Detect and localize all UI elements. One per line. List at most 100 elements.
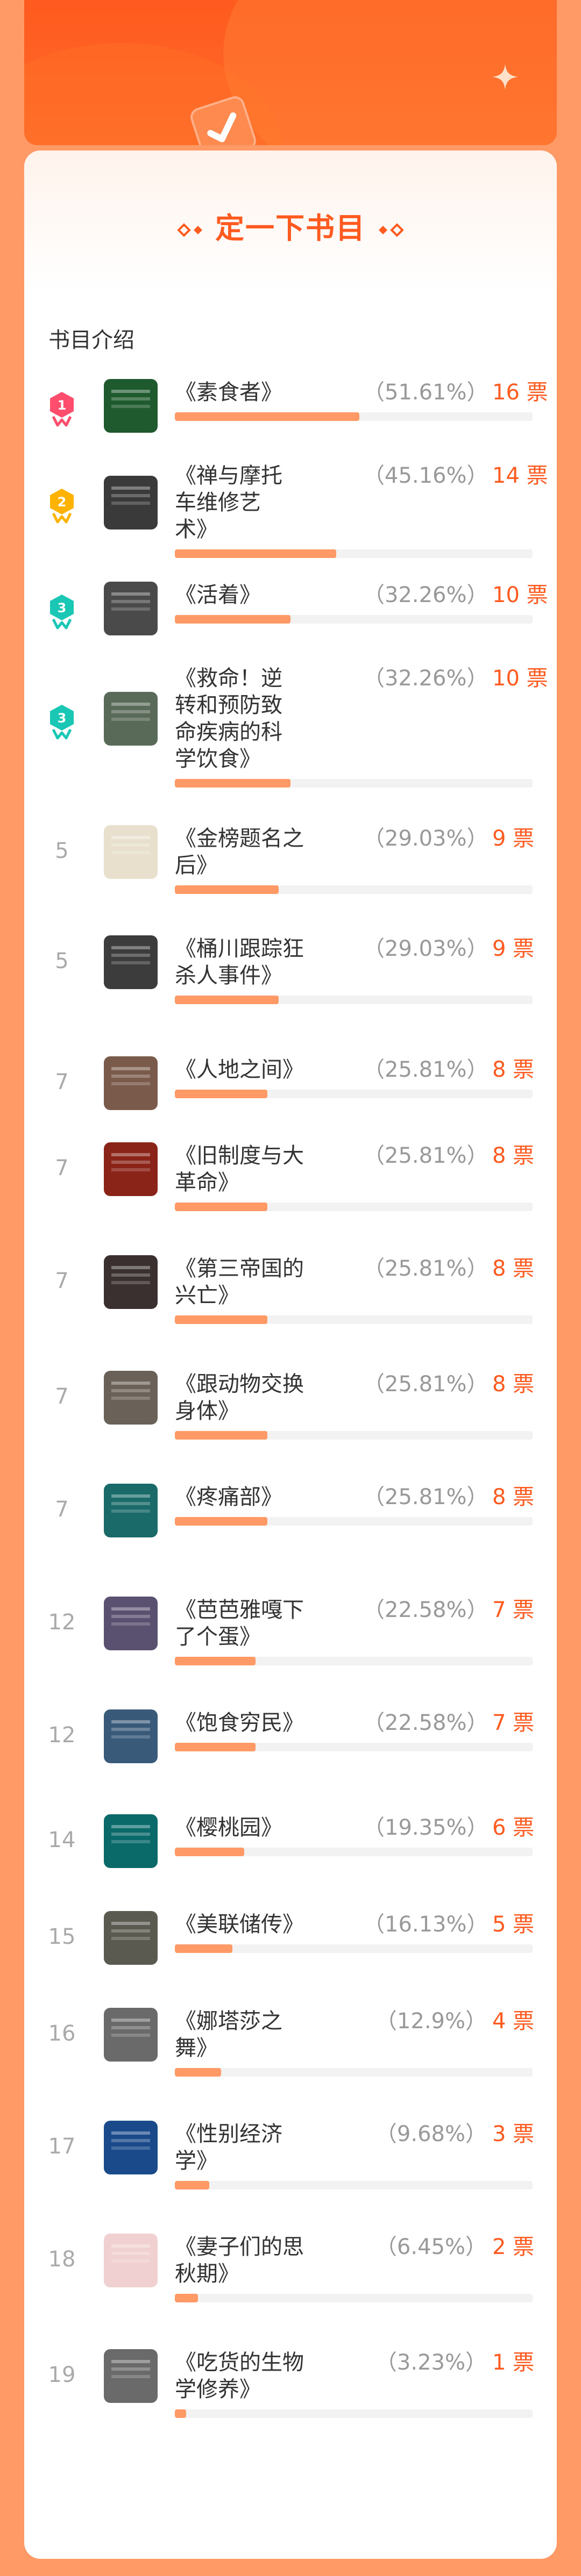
- book-row[interactable]: 2 《禅与摩托 车维修艺 术》 （45.16%） 14 票: [24, 462, 557, 564]
- book-row[interactable]: 18 《妻子们的思 秋期》 （6.45%） 2 票: [24, 2234, 557, 2309]
- book-title-line: 《跟动物交换: [175, 1372, 304, 1397]
- vote-progress-fill: [175, 996, 279, 1004]
- book-row[interactable]: 1 《素食者》 （51.61%） 16 票: [24, 379, 557, 433]
- medal-icon: 2: [50, 489, 74, 524]
- vote-percentage: （12.9%）: [375, 2009, 487, 2034]
- vote-percentage: （6.45%）: [375, 2235, 487, 2259]
- book-row[interactable]: 17 《性别经济 学》 （9.68%） 3 票: [24, 2121, 557, 2196]
- book-title-line: 《吃货的生物: [175, 2350, 304, 2375]
- vote-progress-bar: [175, 412, 533, 421]
- rank-number: 5: [55, 949, 69, 974]
- book-title-line: 《活着》: [175, 583, 261, 607]
- book-row[interactable]: 7 《第三帝国的 兴亡》 （25.81%） 8 票: [24, 1255, 557, 1330]
- book-row[interactable]: 7 《疼痛部》 （25.81%） 8 票: [24, 1484, 557, 1537]
- book-cover[interactable]: [104, 1371, 158, 1425]
- vote-progress-fill: [175, 1517, 267, 1526]
- book-row[interactable]: 3 《救命！逆 转和预防致 命疾病的科 学饮食》 （32.26%） 10 票: [24, 665, 557, 794]
- book-cover[interactable]: [104, 2349, 158, 2403]
- book-title-line: 《疼痛部》: [175, 1485, 282, 1509]
- book-row[interactable]: 5 《金榜题名之 后》 （29.03%） 9 票: [24, 825, 557, 900]
- book-cover[interactable]: [104, 825, 158, 879]
- book-row[interactable]: 7 《旧制度与大 革命》 （25.81%） 8 票: [24, 1142, 557, 1218]
- vote-percentage: （22.58%）: [363, 1711, 488, 1735]
- vote-percentage: （51.61%）: [363, 380, 488, 405]
- book-cover[interactable]: [104, 1142, 158, 1196]
- book-row[interactable]: 3 《活着》 （32.26%） 10 票: [24, 582, 557, 635]
- book-row[interactable]: 7 《跟动物交换 身体》 （25.81%） 8 票: [24, 1371, 557, 1446]
- book-row[interactable]: 5 《桶川跟踪狂 杀人事件》 （29.03%） 9 票: [24, 935, 557, 1011]
- vote-count: 10 票: [492, 666, 548, 691]
- vote-progress-fill: [175, 412, 359, 421]
- rank-number: 7: [55, 1070, 69, 1094]
- book-title-line: 学饮食》: [175, 747, 261, 771]
- book-title-line: 杀人事件》: [175, 963, 282, 988]
- vote-progress-bar: [175, 1848, 533, 1856]
- book-title-line: 命疾病的科: [175, 720, 282, 745]
- vote-progress-fill: [175, 2294, 198, 2302]
- book-cover[interactable]: [104, 2008, 158, 2062]
- book-title-line: 术》: [175, 517, 218, 542]
- medal-rank: 3: [58, 711, 67, 726]
- book-title-line: 学》: [175, 2149, 218, 2173]
- medal-icon: 3: [50, 595, 74, 629]
- book-cover[interactable]: [104, 1597, 158, 1650]
- book-cover[interactable]: [104, 1814, 158, 1868]
- vote-percentage: （32.26%）: [363, 666, 488, 691]
- vote-percentage: （3.23%）: [375, 2350, 487, 2375]
- vote-progress-fill: [175, 2409, 186, 2418]
- vote-progress-bar: [175, 1944, 533, 1953]
- book-cover[interactable]: [104, 2234, 158, 2287]
- card-header: 定一下书目: [24, 151, 557, 290]
- sparkle-icon: [492, 64, 518, 90]
- book-row[interactable]: 12 《饱食穷民》 （22.58%） 7 票: [24, 1709, 557, 1763]
- book-title: 《饱食穷民》: [175, 1709, 347, 1736]
- vote-progress-bar: [175, 996, 533, 1004]
- book-cover[interactable]: [104, 1484, 158, 1537]
- book-cover[interactable]: [104, 935, 158, 989]
- rank-number: 12: [48, 1723, 76, 1748]
- book-title-line: 转和预防致: [175, 693, 282, 718]
- book-title: 《活着》: [175, 582, 347, 609]
- book-row[interactable]: 19 《吃货的生物 学修养》 （3.23%） 1 票: [24, 2349, 557, 2424]
- book-title: 《素食者》: [175, 379, 347, 406]
- vote-count: 9 票: [492, 936, 535, 961]
- vote-progress-fill: [175, 1743, 256, 1751]
- book-cover[interactable]: [104, 1255, 158, 1309]
- book-row[interactable]: 16 《娜塔莎之 舞》 （12.9%） 4 票: [24, 2008, 557, 2083]
- book-row[interactable]: 15 《美联储传》 （16.13%） 5 票: [24, 1911, 557, 1965]
- book-cover[interactable]: [104, 2121, 158, 2174]
- rank-number: 7: [55, 1269, 69, 1293]
- medal-icon: 1: [50, 392, 74, 427]
- vote-progress-bar: [175, 2181, 533, 2189]
- page-title: 定一下书目: [215, 211, 366, 245]
- book-cover[interactable]: [104, 379, 158, 433]
- vote-percentage: （16.13%）: [363, 1912, 488, 1937]
- book-row[interactable]: 7 《人地之间》 （25.81%） 8 票: [24, 1056, 557, 1110]
- medal-rank: 3: [58, 600, 67, 616]
- book-cover[interactable]: [104, 1709, 158, 1763]
- vote-percentage: （25.81%）: [363, 1256, 488, 1281]
- book-title-line: 《救命！逆: [175, 666, 282, 691]
- book-cover[interactable]: [104, 582, 158, 635]
- book-cover[interactable]: [104, 1056, 158, 1110]
- medal-rank: 2: [58, 495, 67, 510]
- vote-count: 4 票: [492, 2009, 535, 2034]
- vote-progress-fill: [175, 1657, 256, 1665]
- vote-progress-bar: [175, 1431, 533, 1440]
- vote-percentage: （45.16%）: [363, 463, 488, 488]
- book-row[interactable]: 12 《芭芭雅嘎下 了个蛋》 （22.58%） 7 票: [24, 1597, 557, 1672]
- book-cover[interactable]: [104, 476, 158, 529]
- book-cover[interactable]: [104, 1911, 158, 1965]
- book-row[interactable]: 14 《樱桃园》 （19.35%） 6 票: [24, 1814, 557, 1868]
- vote-count: 7 票: [492, 1711, 535, 1735]
- header-banner: [24, 0, 557, 145]
- book-title-line: 《素食者》: [175, 380, 282, 405]
- vote-percentage: （25.81%）: [363, 1372, 488, 1397]
- book-title-line: 学修养》: [175, 2377, 261, 2402]
- vote-progress-fill: [175, 1090, 267, 1098]
- book-title-line: 身体》: [175, 1399, 239, 1423]
- book-title: 《金榜题名之 后》: [175, 825, 347, 879]
- book-cover[interactable]: [104, 692, 158, 746]
- vote-count: 5 票: [492, 1912, 535, 1937]
- vote-progress-fill: [175, 2181, 209, 2189]
